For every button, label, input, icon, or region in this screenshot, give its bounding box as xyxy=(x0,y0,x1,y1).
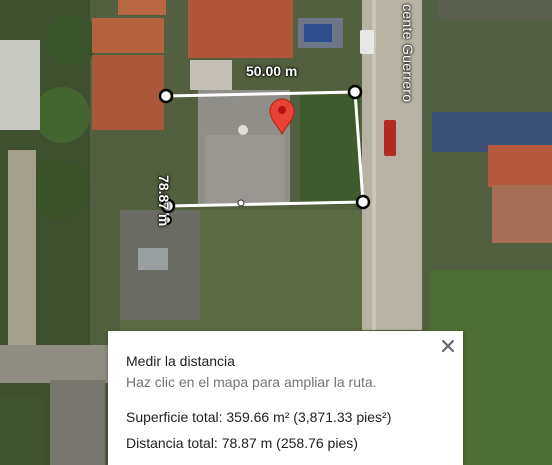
building-roof xyxy=(92,18,164,53)
pool xyxy=(304,24,332,42)
tree-canopy xyxy=(30,160,90,220)
measure-point[interactable] xyxy=(347,84,363,100)
building-roof xyxy=(118,0,166,15)
building-roof xyxy=(488,145,552,187)
top-edge-distance-label: 50.00 m xyxy=(246,63,298,79)
measure-point[interactable] xyxy=(355,194,371,210)
measure-distance-panel: Medir la distancia Haz clic en el mapa p… xyxy=(108,331,463,465)
building-roof xyxy=(438,0,552,20)
building-roof xyxy=(138,248,168,270)
total-area: Superficie total: 359.66 m² (3,871.33 pi… xyxy=(126,409,392,425)
road xyxy=(0,345,110,383)
tree-canopy xyxy=(46,14,98,66)
left-edge-distance-label: 78.87 m xyxy=(156,175,172,227)
street-label: cente Guerrero xyxy=(400,4,416,103)
building-roof xyxy=(190,60,232,90)
path xyxy=(8,150,36,350)
tree-canopy xyxy=(34,87,90,143)
panel-title: Medir la distancia xyxy=(126,353,235,369)
building-roof xyxy=(205,135,285,203)
vegetation-area xyxy=(0,395,45,465)
building-roof xyxy=(50,380,105,465)
parked-car xyxy=(384,120,396,156)
parked-car xyxy=(360,30,374,54)
midpoint-marker[interactable] xyxy=(237,199,245,207)
water-tank xyxy=(238,125,248,135)
close-button[interactable] xyxy=(439,337,457,355)
tree-canopy xyxy=(300,95,360,205)
paved-area xyxy=(0,40,40,130)
panel-hint: Haz clic en el mapa para ampliar la ruta… xyxy=(126,374,377,390)
measure-point[interactable] xyxy=(158,88,174,104)
building-roof xyxy=(492,185,552,243)
building-roof xyxy=(188,0,293,58)
building-roof xyxy=(92,55,164,130)
close-icon xyxy=(442,340,454,352)
total-distance: Distancia total: 78.87 m (258.76 pies) xyxy=(126,435,358,451)
